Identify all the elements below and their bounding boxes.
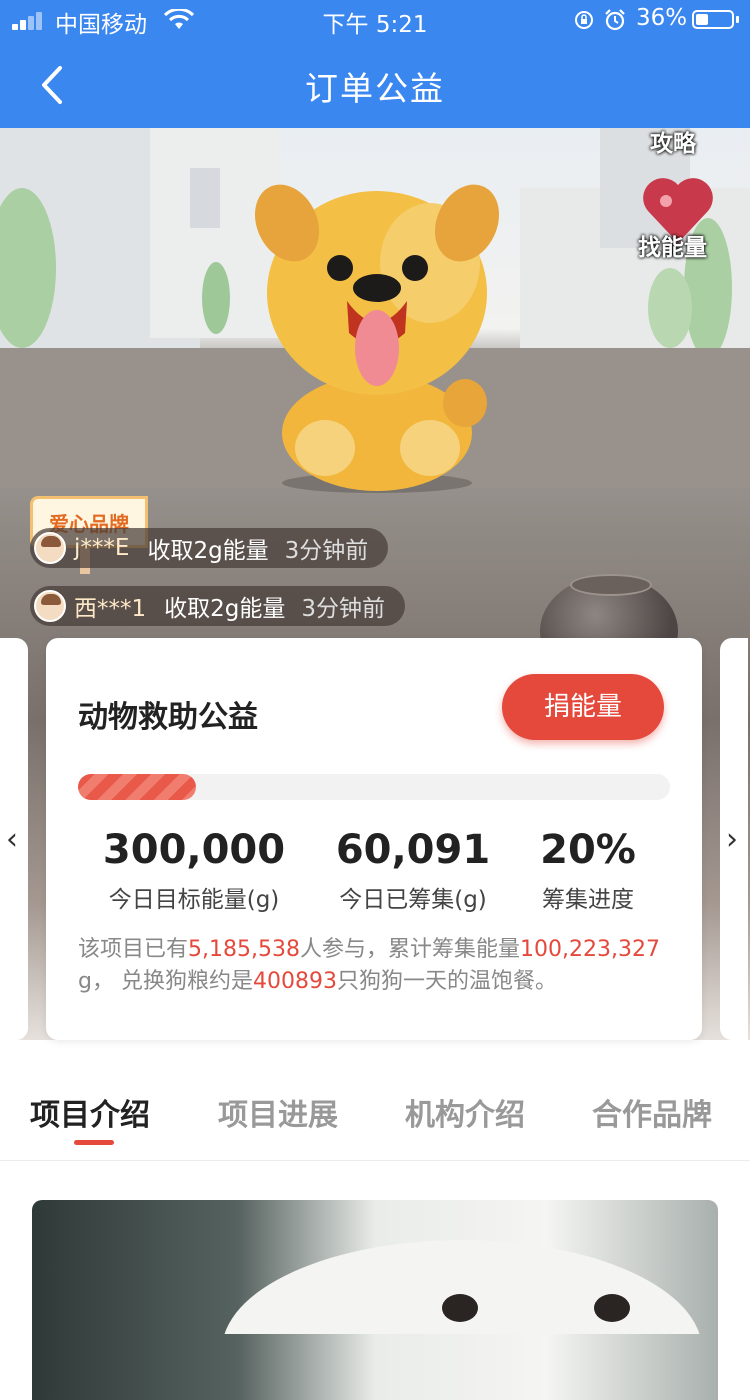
stat-raised: 60,091 今日已筹集(g) — [324, 826, 502, 914]
tab-partner-brands[interactable]: 合作品牌 — [592, 1090, 712, 1134]
bowl-rim — [570, 574, 652, 596]
feed-user: 西***1 — [74, 596, 147, 622]
stat-progress: 20% 筹集进度 — [526, 826, 650, 914]
project-summary: 该项目已有5,185,538人参与，累计筹集能量100,223,327 g， 兑换… — [78, 934, 674, 998]
battery-percent: 36% — [636, 5, 688, 31]
chevron-right-icon[interactable]: › — [726, 822, 746, 857]
tab-organization[interactable]: 机构介绍 — [405, 1090, 525, 1134]
find-energy-button[interactable]: 找能量 — [638, 228, 707, 262]
participants-count: 5,185,538 — [188, 937, 300, 962]
energy-feed-item: 西***1 收取2g能量 3分钟前 — [30, 586, 406, 626]
summary-text: 人参与，累计筹集能量 — [299, 937, 520, 962]
stat-value: 20% — [540, 827, 636, 873]
strategy-button[interactable]: 攻略 — [650, 128, 696, 158]
summary-text: 该项目已有 — [78, 937, 189, 962]
feed-action: 收取2g能量 — [164, 596, 286, 622]
energy-total: 100,223,327 — [520, 937, 660, 962]
active-tab-indicator — [74, 1140, 114, 1145]
battery-icon — [692, 10, 734, 29]
energy-feed-item: j***E 收取2g能量 3分钟前 — [30, 528, 389, 568]
summary-text: g， 兑换狗粮约是 — [78, 969, 253, 994]
project-photo[interactable] — [32, 1200, 718, 1400]
feed-time: 3分钟前 — [284, 538, 369, 564]
battery-level — [696, 14, 709, 25]
alarm-icon — [605, 9, 625, 31]
dog-photo — [224, 1240, 700, 1334]
stat-value: 60,091 — [335, 827, 491, 873]
avatar — [34, 532, 66, 564]
feed-action: 收取2g能量 — [147, 538, 269, 564]
stat-value: 300,000 — [102, 827, 286, 873]
card-title: 动物救助公益 — [78, 700, 258, 735]
stat-target: 300,000 今日目标能量(g) — [102, 826, 286, 914]
progress-bar — [78, 774, 670, 800]
donate-energy-button[interactable]: 捐能量 — [502, 674, 664, 740]
feed-time: 3分钟前 — [301, 596, 386, 622]
battery-cap — [736, 16, 739, 23]
top-bar: 中国移动 下午 5:21 36% 订单公益 — [0, 0, 750, 128]
feed-user: j***E — [74, 535, 130, 561]
stat-label: 筹集进度 — [542, 887, 634, 913]
stat-label: 今日已筹集(g) — [339, 887, 487, 913]
progress-fill — [78, 774, 197, 800]
avatar — [34, 590, 66, 622]
charity-card: 动物救助公益 捐能量 300,000 今日目标能量(g) 60,091 今日已筹… — [46, 638, 702, 1040]
summary-text: 只狗狗一天的温饱餐。 — [336, 969, 557, 994]
rotation-lock-icon — [575, 11, 593, 29]
page-title: 订单公益 — [305, 69, 445, 108]
chevron-left-icon[interactable]: ‹ — [6, 822, 26, 857]
dogs-count: 400893 — [252, 969, 337, 994]
status-bar: 中国移动 下午 5:21 36% — [0, 0, 750, 40]
stat-label: 今日目标能量(g) — [108, 887, 280, 913]
tab-project-progress[interactable]: 项目进展 — [218, 1090, 338, 1134]
tab-project-intro[interactable]: 项目介绍 — [30, 1090, 150, 1134]
dog-character[interactable] — [255, 183, 505, 493]
